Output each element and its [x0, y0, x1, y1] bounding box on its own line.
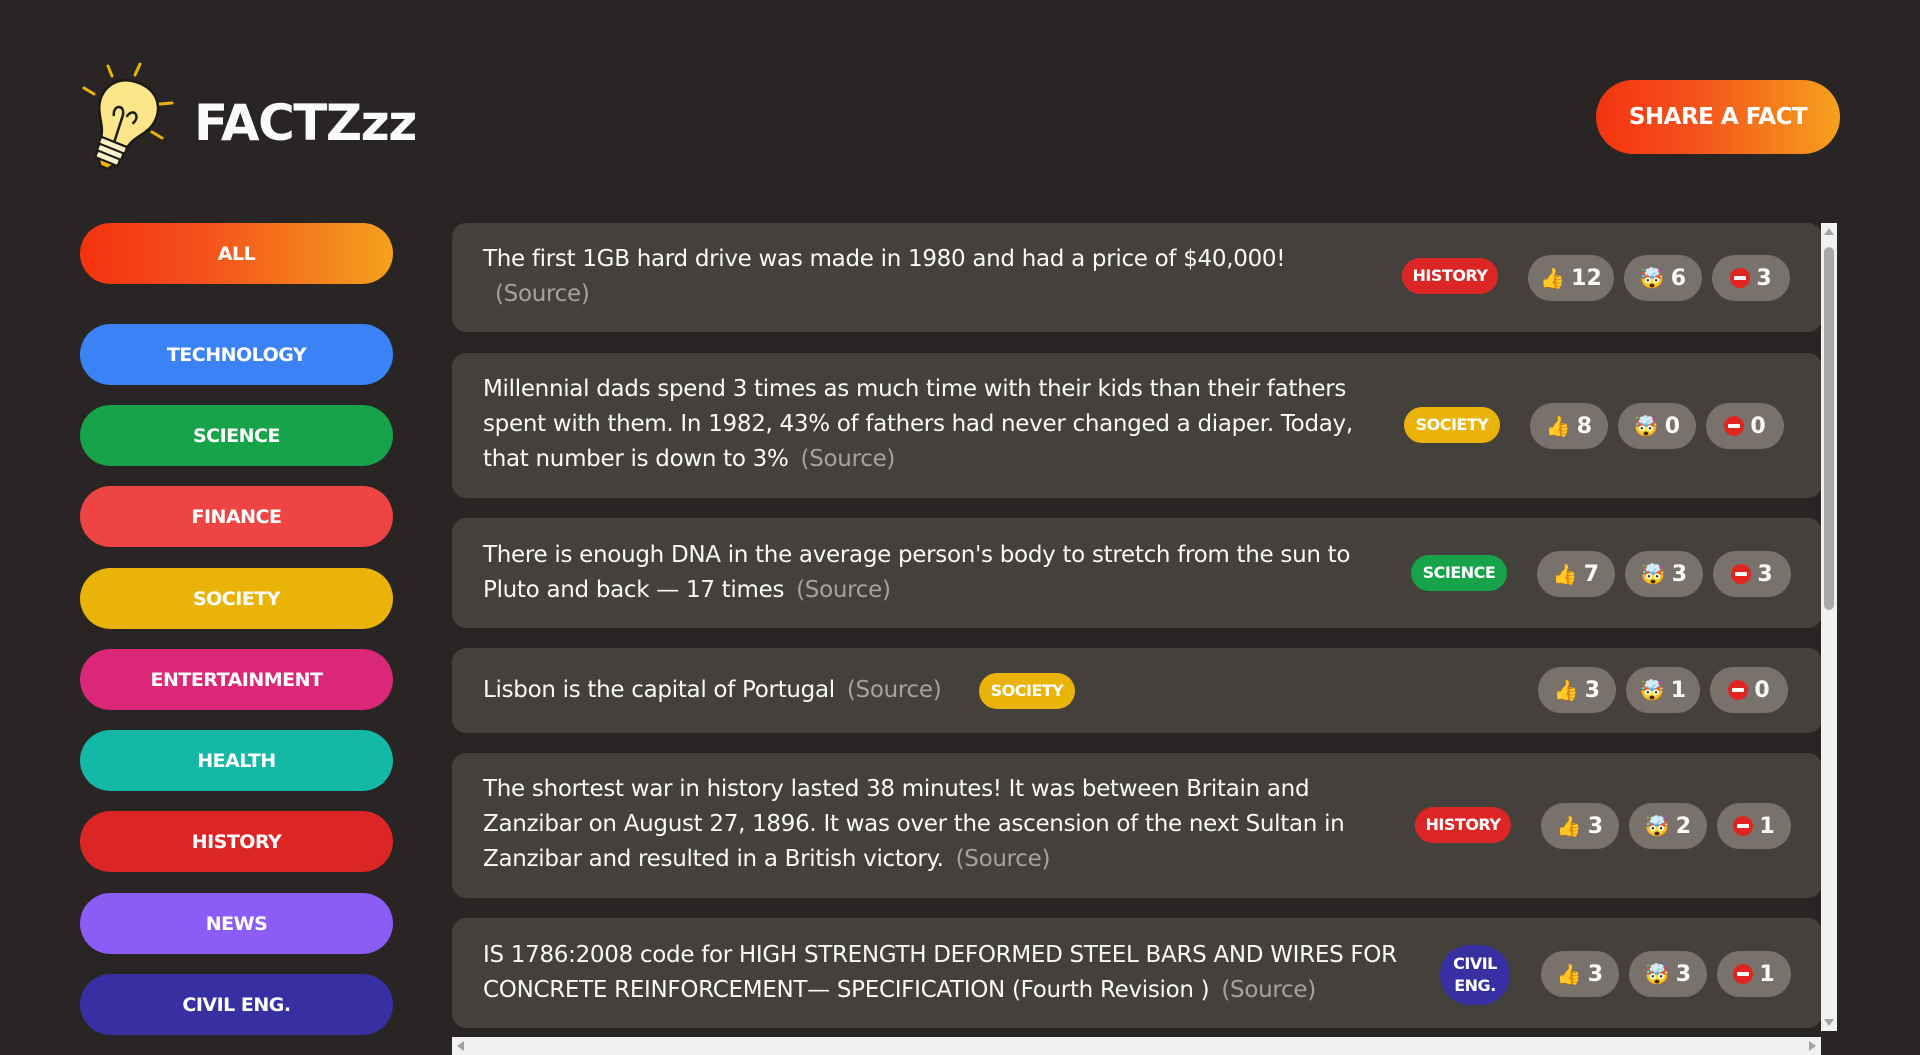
vote-mindblowing-button[interactable]: 🤯 0 — [1618, 403, 1696, 449]
vote-buttons: 👍 12 🤯 6 3 — [1528, 255, 1790, 301]
mind-blown-icon: 🤯 — [1644, 814, 1670, 838]
no-entry-icon — [1728, 680, 1749, 700]
no-entry-icon — [1731, 564, 1752, 584]
category-news-button[interactable]: NEWS — [80, 893, 393, 954]
no-entry-icon — [1730, 268, 1751, 288]
app-title: FACTZzz — [194, 94, 417, 152]
fact-source-link[interactable]: (Source) — [801, 446, 896, 472]
mind-blown-icon: 🤯 — [1639, 266, 1665, 290]
fact-item: There is enough DNA in the average perso… — [452, 518, 1822, 628]
thumbs-up-icon: 👍 — [1552, 562, 1578, 586]
scroll-down-arrow-icon[interactable] — [1824, 1019, 1834, 1026]
fact-text: Millennial dads spend 3 times as much ti… — [483, 376, 1353, 472]
category-society-button[interactable]: SOCIETY — [80, 568, 393, 629]
vote-mindblowing-button[interactable]: 🤯 1 — [1626, 667, 1700, 713]
fact-category-tag: HISTORY — [1415, 807, 1511, 843]
fact-item: The first 1GB hard drive was made in 198… — [452, 223, 1822, 332]
no-entry-icon — [1724, 416, 1745, 436]
mind-blown-icon: 🤯 — [1633, 414, 1659, 438]
facts-list: The first 1GB hard drive was made in 198… — [452, 223, 1839, 1055]
fact-source-link[interactable]: (Source) — [796, 577, 891, 603]
vote-buttons: 👍 3 🤯 2 1 — [1541, 803, 1791, 849]
scroll-left-arrow-icon[interactable] — [457, 1041, 464, 1051]
category-technology-button[interactable]: TECHNOLOGY — [80, 324, 393, 385]
no-entry-icon — [1733, 964, 1754, 984]
vote-interesting-button[interactable]: 👍 3 — [1541, 803, 1619, 849]
vote-mindblowing-button[interactable]: 🤯 6 — [1624, 255, 1702, 301]
fact-category-tag: CIVIL ENG. — [1440, 945, 1510, 1005]
lightbulb-logo-icon — [82, 62, 174, 170]
vote-buttons: 👍 7 🤯 3 3 — [1537, 551, 1791, 597]
fact-text-container: The shortest war in history lasted 38 mi… — [483, 772, 1353, 877]
vote-interesting-button[interactable]: 👍 3 — [1538, 667, 1616, 713]
category-civil-eng-button[interactable]: CIVIL ENG. — [80, 974, 393, 1035]
fact-source-link[interactable]: (Source) — [1221, 977, 1316, 1003]
fact-item: IS 1786:2008 code for HIGH STRENGTH DEFO… — [452, 918, 1822, 1028]
fact-category-tag: SOCIETY — [979, 673, 1075, 709]
fact-text-container: Lisbon is the capital of Portugal (Source… — [483, 673, 1003, 708]
mind-blown-icon: 🤯 — [1639, 678, 1665, 702]
scrollbar-thumb[interactable] — [1824, 247, 1834, 610]
vote-interesting-button[interactable]: 👍 12 — [1528, 255, 1614, 301]
fact-item: The shortest war in history lasted 38 mi… — [452, 753, 1822, 898]
vertical-scrollbar[interactable] — [1821, 223, 1837, 1031]
vote-buttons: 👍 3 🤯 1 0 — [1538, 667, 1788, 713]
fact-category-tag: SCIENCE — [1411, 555, 1507, 591]
fact-source-link[interactable]: (Source) — [847, 677, 942, 703]
fact-text-container: Millennial dads spend 3 times as much ti… — [483, 372, 1353, 477]
vote-interesting-button[interactable]: 👍 7 — [1537, 551, 1615, 597]
fact-source-link[interactable]: (Source) — [495, 281, 590, 307]
fact-text: Lisbon is the capital of Portugal — [483, 677, 835, 703]
vote-buttons: 👍 8 🤯 0 0 — [1530, 403, 1784, 449]
horizontal-scrollbar[interactable] — [452, 1037, 1821, 1055]
header: FACTZzz SHARE A FACT — [78, 56, 1840, 176]
thumbs-up-icon: 👍 — [1556, 962, 1582, 986]
vote-mindblowing-button[interactable]: 🤯 3 — [1629, 951, 1707, 997]
vote-interesting-button[interactable]: 👍 3 — [1541, 951, 1619, 997]
category-entertainment-button[interactable]: ENTERTAINMENT — [80, 649, 393, 710]
mind-blown-icon: 🤯 — [1644, 962, 1670, 986]
vote-interesting-button[interactable]: 👍 8 — [1530, 403, 1608, 449]
vote-false-button[interactable]: 3 — [1713, 551, 1791, 597]
thumbs-up-icon: 👍 — [1553, 678, 1579, 702]
fact-item: Millennial dads spend 3 times as much ti… — [452, 353, 1822, 498]
vote-false-button[interactable]: 0 — [1710, 667, 1788, 713]
vote-false-button[interactable]: 1 — [1717, 951, 1791, 997]
vote-mindblowing-button[interactable]: 🤯 3 — [1625, 551, 1703, 597]
vote-false-button[interactable]: 0 — [1706, 403, 1784, 449]
mind-blown-icon: 🤯 — [1640, 562, 1666, 586]
vote-buttons: 👍 3 🤯 3 1 — [1541, 951, 1791, 997]
no-entry-icon — [1733, 816, 1754, 836]
fact-item: Lisbon is the capital of Portugal (Source… — [452, 648, 1822, 733]
fact-text: The first 1GB hard drive was made in 198… — [483, 246, 1286, 272]
fact-source-link[interactable]: (Source) — [956, 846, 1051, 872]
vote-false-button[interactable]: 3 — [1712, 255, 1790, 301]
category-finance-button[interactable]: FINANCE — [80, 486, 393, 547]
fact-category-tag: HISTORY — [1402, 258, 1498, 294]
vote-mindblowing-button[interactable]: 🤯 2 — [1629, 803, 1707, 849]
fact-text-container: IS 1786:2008 code for HIGH STRENGTH DEFO… — [483, 938, 1403, 1008]
scroll-up-arrow-icon[interactable] — [1824, 228, 1834, 235]
vote-false-button[interactable]: 1 — [1717, 803, 1791, 849]
fact-category-tag: SOCIETY — [1404, 407, 1500, 443]
category-science-button[interactable]: SCIENCE — [80, 405, 393, 466]
category-history-button[interactable]: HISTORY — [80, 811, 393, 872]
fact-text: The shortest war in history lasted 38 mi… — [483, 776, 1345, 872]
fact-text-container: There is enough DNA in the average perso… — [483, 538, 1363, 608]
fact-text: There is enough DNA in the average perso… — [483, 542, 1351, 603]
scroll-right-arrow-icon[interactable] — [1809, 1041, 1816, 1051]
share-fact-button[interactable]: SHARE A FACT — [1596, 80, 1840, 154]
thumbs-up-icon: 👍 — [1545, 414, 1571, 438]
thumbs-up-icon: 👍 — [1540, 266, 1566, 290]
category-health-button[interactable]: HEALTH — [80, 730, 393, 791]
thumbs-up-icon: 👍 — [1556, 814, 1582, 838]
category-all-button[interactable]: ALL — [80, 223, 393, 284]
fact-text-container: The first 1GB hard drive was made in 198… — [483, 242, 1323, 312]
